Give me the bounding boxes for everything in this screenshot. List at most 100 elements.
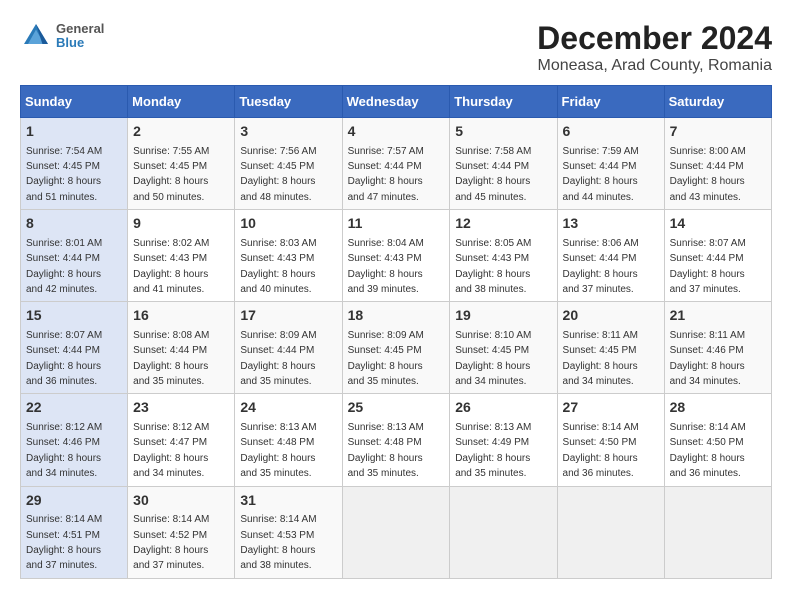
- day-number: 3: [240, 122, 336, 142]
- day-info: Sunrise: 8:08 AM Sunset: 4:44 PM Dayligh…: [133, 330, 209, 387]
- calendar-week-2: 8Sunrise: 8:01 AM Sunset: 4:44 PM Daylig…: [21, 210, 772, 302]
- calendar-header-row: SundayMondayTuesdayWednesdayThursdayFrid…: [21, 86, 772, 118]
- calendar-day-30: 30 Sunrise: 8:14 AM Sunset: 4:52 PM Dayli…: [128, 486, 235, 578]
- column-header-saturday: Saturday: [664, 86, 771, 118]
- day-info: Sunrise: 8:14 AM Sunset: 4:52 PM Dayligh…: [133, 514, 209, 571]
- day-number: 16: [133, 306, 229, 326]
- day-info: Sunrise: 7:59 AM Sunset: 4:44 PM Dayligh…: [563, 146, 639, 203]
- empty-cell: [450, 486, 557, 578]
- calendar-day-15: 15Sunrise: 8:07 AM Sunset: 4:44 PM Dayli…: [21, 302, 128, 394]
- day-number: 24: [240, 398, 336, 418]
- day-number: 25: [348, 398, 445, 418]
- day-number: 30: [133, 491, 229, 511]
- column-header-wednesday: Wednesday: [342, 86, 450, 118]
- column-header-thursday: Thursday: [450, 86, 557, 118]
- day-info: Sunrise: 8:12 AM Sunset: 4:47 PM Dayligh…: [133, 422, 209, 479]
- day-number: 29: [26, 491, 122, 511]
- calendar-day-29: 29Sunrise: 8:14 AM Sunset: 4:51 PM Dayli…: [21, 486, 128, 578]
- empty-cell: [557, 486, 664, 578]
- day-number: 18: [348, 306, 445, 326]
- day-number: 15: [26, 306, 122, 326]
- calendar-day-2: 2 Sunrise: 7:55 AM Sunset: 4:45 PM Daylig…: [128, 118, 235, 210]
- day-info: Sunrise: 8:13 AM Sunset: 4:49 PM Dayligh…: [455, 422, 531, 479]
- day-number: 19: [455, 306, 551, 326]
- calendar-day-24: 24 Sunrise: 8:13 AM Sunset: 4:48 PM Dayli…: [235, 394, 342, 486]
- day-number: 2: [133, 122, 229, 142]
- calendar-day-10: 10Sunrise: 8:03 AM Sunset: 4:43 PM Dayli…: [235, 210, 342, 302]
- day-info: Sunrise: 8:14 AM Sunset: 4:53 PM Dayligh…: [240, 514, 316, 571]
- day-number: 4: [348, 122, 445, 142]
- calendar-body: 1 Sunrise: 7:54 AM Sunset: 4:45 PM Daylig…: [21, 118, 772, 579]
- day-info: Sunrise: 8:13 AM Sunset: 4:48 PM Dayligh…: [348, 422, 424, 479]
- calendar-day-6: 6Sunrise: 7:59 AM Sunset: 4:44 PM Daylig…: [557, 118, 664, 210]
- calendar-day-12: 12 Sunrise: 8:05 AM Sunset: 4:43 PM Dayli…: [450, 210, 557, 302]
- page-subtitle: Moneasa, Arad County, Romania: [537, 57, 772, 75]
- day-number: 26: [455, 398, 551, 418]
- calendar-day-18: 18 Sunrise: 8:09 AM Sunset: 4:45 PM Dayli…: [342, 302, 450, 394]
- calendar-day-9: 9 Sunrise: 8:02 AM Sunset: 4:43 PM Daylig…: [128, 210, 235, 302]
- day-number: 12: [455, 214, 551, 234]
- day-info: Sunrise: 7:55 AM Sunset: 4:45 PM Dayligh…: [133, 146, 209, 203]
- day-number: 14: [670, 214, 766, 234]
- day-info: Sunrise: 7:56 AM Sunset: 4:45 PM Dayligh…: [240, 146, 316, 203]
- title-block: December 2024 Moneasa, Arad County, Roma…: [537, 20, 772, 75]
- day-info: Sunrise: 8:00 AM Sunset: 4:44 PM Dayligh…: [670, 146, 746, 203]
- day-number: 5: [455, 122, 551, 142]
- calendar-day-27: 27 Sunrise: 8:14 AM Sunset: 4:50 PM Dayli…: [557, 394, 664, 486]
- day-info: Sunrise: 7:54 AM Sunset: 4:45 PM Dayligh…: [26, 146, 102, 203]
- calendar-week-5: 29Sunrise: 8:14 AM Sunset: 4:51 PM Dayli…: [21, 486, 772, 578]
- calendar-day-14: 14Sunrise: 8:07 AM Sunset: 4:44 PM Dayli…: [664, 210, 771, 302]
- day-info: Sunrise: 8:10 AM Sunset: 4:45 PM Dayligh…: [455, 330, 531, 387]
- day-info: Sunrise: 8:03 AM Sunset: 4:43 PM Dayligh…: [240, 238, 316, 295]
- logo-text: General Blue: [56, 22, 104, 51]
- calendar-day-11: 11Sunrise: 8:04 AM Sunset: 4:43 PM Dayli…: [342, 210, 450, 302]
- day-number: 28: [670, 398, 766, 418]
- page-title: December 2024: [537, 20, 772, 57]
- calendar-day-25: 25 Sunrise: 8:13 AM Sunset: 4:48 PM Dayli…: [342, 394, 450, 486]
- column-header-friday: Friday: [557, 86, 664, 118]
- calendar-day-20: 20Sunrise: 8:11 AM Sunset: 4:45 PM Dayli…: [557, 302, 664, 394]
- day-number: 9: [133, 214, 229, 234]
- calendar-day-22: 22 Sunrise: 8:12 AM Sunset: 4:46 PM Dayli…: [21, 394, 128, 486]
- day-info: Sunrise: 8:02 AM Sunset: 4:43 PM Dayligh…: [133, 238, 209, 295]
- day-number: 23: [133, 398, 229, 418]
- calendar-day-31: 31 Sunrise: 8:14 AM Sunset: 4:53 PM Dayli…: [235, 486, 342, 578]
- day-info: Sunrise: 7:57 AM Sunset: 4:44 PM Dayligh…: [348, 146, 424, 203]
- calendar-day-7: 7Sunrise: 8:00 AM Sunset: 4:44 PM Daylig…: [664, 118, 771, 210]
- day-info: Sunrise: 8:04 AM Sunset: 4:43 PM Dayligh…: [348, 238, 424, 295]
- day-number: 31: [240, 491, 336, 511]
- day-info: Sunrise: 8:09 AM Sunset: 4:45 PM Dayligh…: [348, 330, 424, 387]
- calendar-day-4: 4 Sunrise: 7:57 AM Sunset: 4:44 PM Daylig…: [342, 118, 450, 210]
- day-info: Sunrise: 8:06 AM Sunset: 4:44 PM Dayligh…: [563, 238, 639, 295]
- day-info: Sunrise: 8:05 AM Sunset: 4:43 PM Dayligh…: [455, 238, 531, 295]
- calendar-day-13: 13 Sunrise: 8:06 AM Sunset: 4:44 PM Dayli…: [557, 210, 664, 302]
- calendar-table: SundayMondayTuesdayWednesdayThursdayFrid…: [20, 85, 772, 579]
- column-header-tuesday: Tuesday: [235, 86, 342, 118]
- logo-line1: General: [56, 22, 104, 36]
- day-number: 20: [563, 306, 659, 326]
- day-info: Sunrise: 8:01 AM Sunset: 4:44 PM Dayligh…: [26, 238, 102, 295]
- calendar-day-8: 8Sunrise: 8:01 AM Sunset: 4:44 PM Daylig…: [21, 210, 128, 302]
- day-number: 27: [563, 398, 659, 418]
- logo: General Blue: [20, 20, 104, 52]
- day-number: 13: [563, 214, 659, 234]
- page-header: General Blue December 2024 Moneasa, Arad…: [20, 20, 772, 75]
- column-header-sunday: Sunday: [21, 86, 128, 118]
- day-number: 1: [26, 122, 122, 142]
- column-header-monday: Monday: [128, 86, 235, 118]
- calendar-day-5: 5Sunrise: 7:58 AM Sunset: 4:44 PM Daylig…: [450, 118, 557, 210]
- calendar-day-1: 1 Sunrise: 7:54 AM Sunset: 4:45 PM Daylig…: [21, 118, 128, 210]
- day-info: Sunrise: 8:12 AM Sunset: 4:46 PM Dayligh…: [26, 422, 102, 479]
- calendar-week-1: 1 Sunrise: 7:54 AM Sunset: 4:45 PM Daylig…: [21, 118, 772, 210]
- calendar-day-26: 26 Sunrise: 8:13 AM Sunset: 4:49 PM Dayli…: [450, 394, 557, 486]
- day-info: Sunrise: 8:14 AM Sunset: 4:50 PM Dayligh…: [670, 422, 746, 479]
- calendar-day-17: 17Sunrise: 8:09 AM Sunset: 4:44 PM Dayli…: [235, 302, 342, 394]
- calendar-week-4: 22 Sunrise: 8:12 AM Sunset: 4:46 PM Dayli…: [21, 394, 772, 486]
- empty-cell: [664, 486, 771, 578]
- day-number: 22: [26, 398, 122, 418]
- day-info: Sunrise: 8:14 AM Sunset: 4:50 PM Dayligh…: [563, 422, 639, 479]
- calendar-day-28: 28 Sunrise: 8:14 AM Sunset: 4:50 PM Dayli…: [664, 394, 771, 486]
- calendar-day-23: 23 Sunrise: 8:12 AM Sunset: 4:47 PM Dayli…: [128, 394, 235, 486]
- day-info: Sunrise: 8:13 AM Sunset: 4:48 PM Dayligh…: [240, 422, 316, 479]
- empty-cell: [342, 486, 450, 578]
